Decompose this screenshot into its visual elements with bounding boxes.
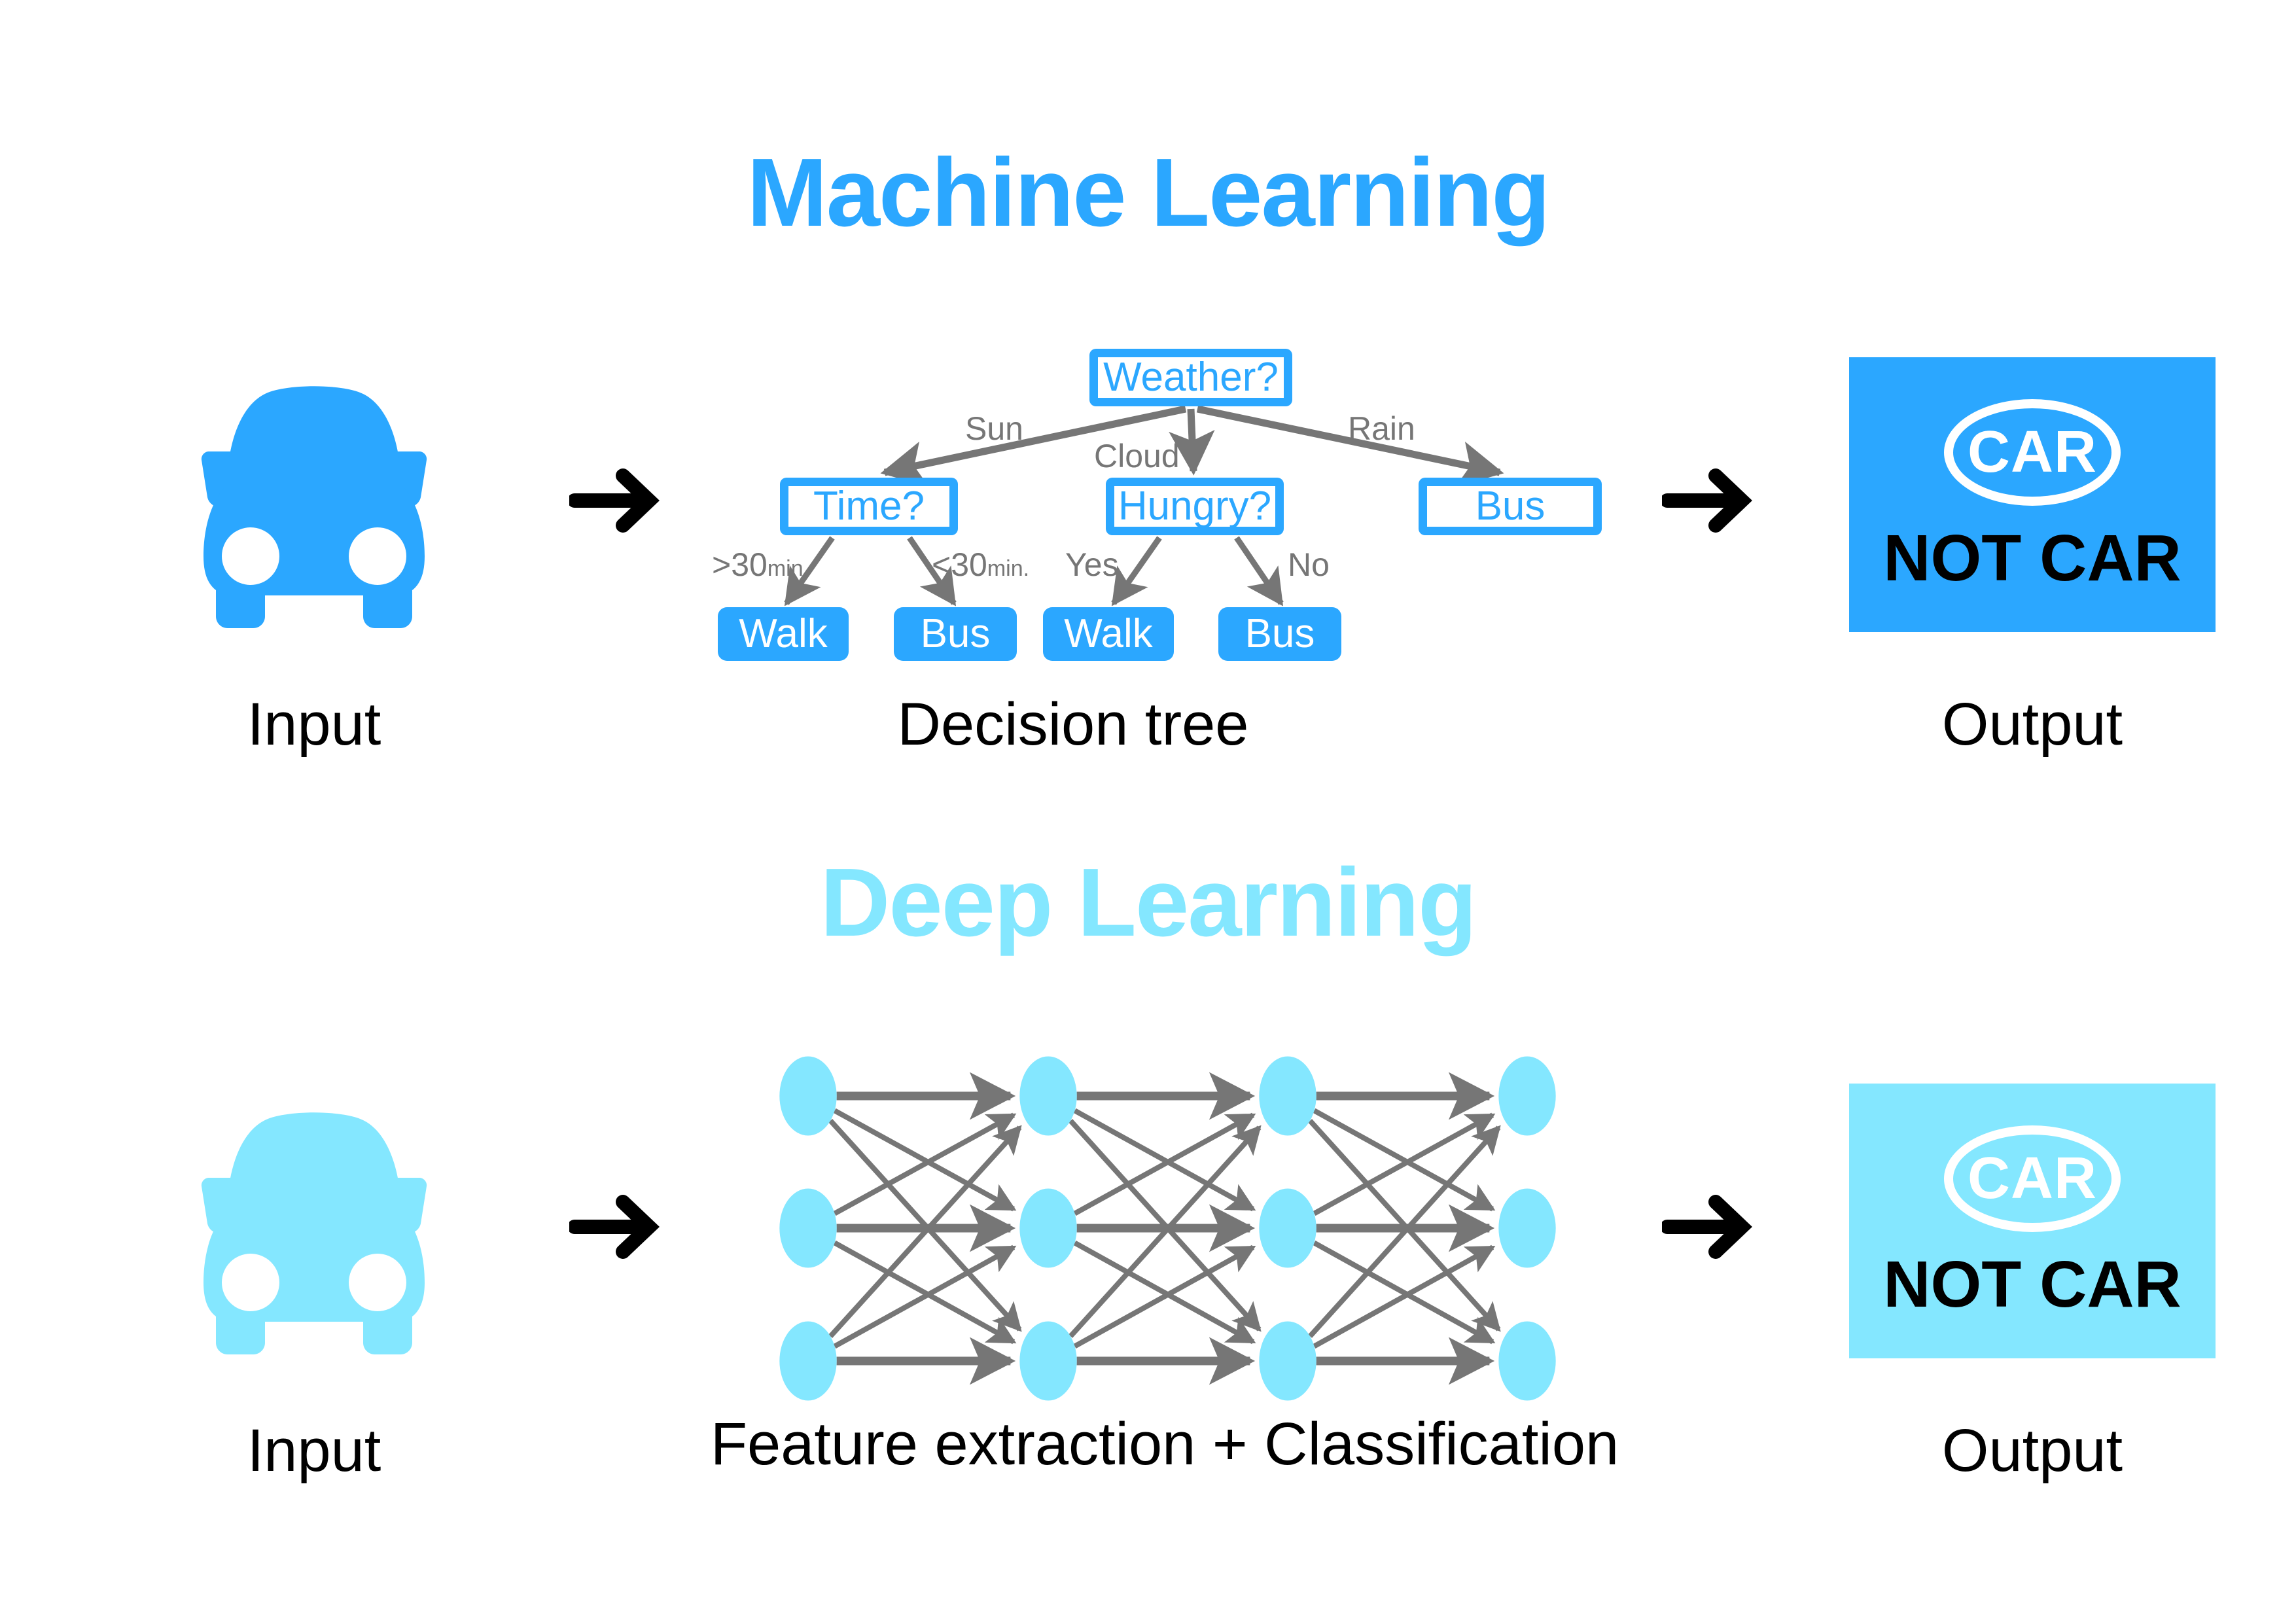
nn-node[interactable] xyxy=(779,1321,837,1401)
nn-node[interactable] xyxy=(1498,1188,1556,1268)
not-car-label: NOT CAR xyxy=(1883,1247,2181,1321)
nn-node[interactable] xyxy=(779,1056,837,1136)
nn-edge xyxy=(1313,1108,1496,1212)
dl-output-label: Output xyxy=(1941,1417,2123,1484)
nn-node[interactable] xyxy=(1259,1321,1316,1401)
car-badge: CAR xyxy=(1944,1125,2121,1232)
car-badge-label: CAR xyxy=(1968,1146,2097,1211)
dl-middle-label: Feature extraction + Classification xyxy=(710,1411,1619,1477)
nn-node[interactable] xyxy=(1019,1056,1077,1136)
nn-node[interactable] xyxy=(779,1188,837,1268)
nn-node[interactable] xyxy=(1498,1321,1556,1401)
nn-edge xyxy=(833,1108,1017,1212)
neural-network-diagram xyxy=(779,1056,1556,1401)
nn-node[interactable] xyxy=(1019,1188,1077,1268)
dl-output-tile: CAR NOT CAR xyxy=(1849,1084,2216,1358)
arrow-right-icon xyxy=(1662,1195,1752,1259)
nn-node[interactable] xyxy=(1259,1056,1316,1136)
infographic-canvas: Machine Learning Input Weather? Time? Hu… xyxy=(0,0,2296,1624)
nn-node[interactable] xyxy=(1259,1188,1316,1268)
nn-edge xyxy=(1073,1108,1256,1212)
nn-node[interactable] xyxy=(1019,1321,1077,1401)
nn-node[interactable] xyxy=(1498,1056,1556,1136)
